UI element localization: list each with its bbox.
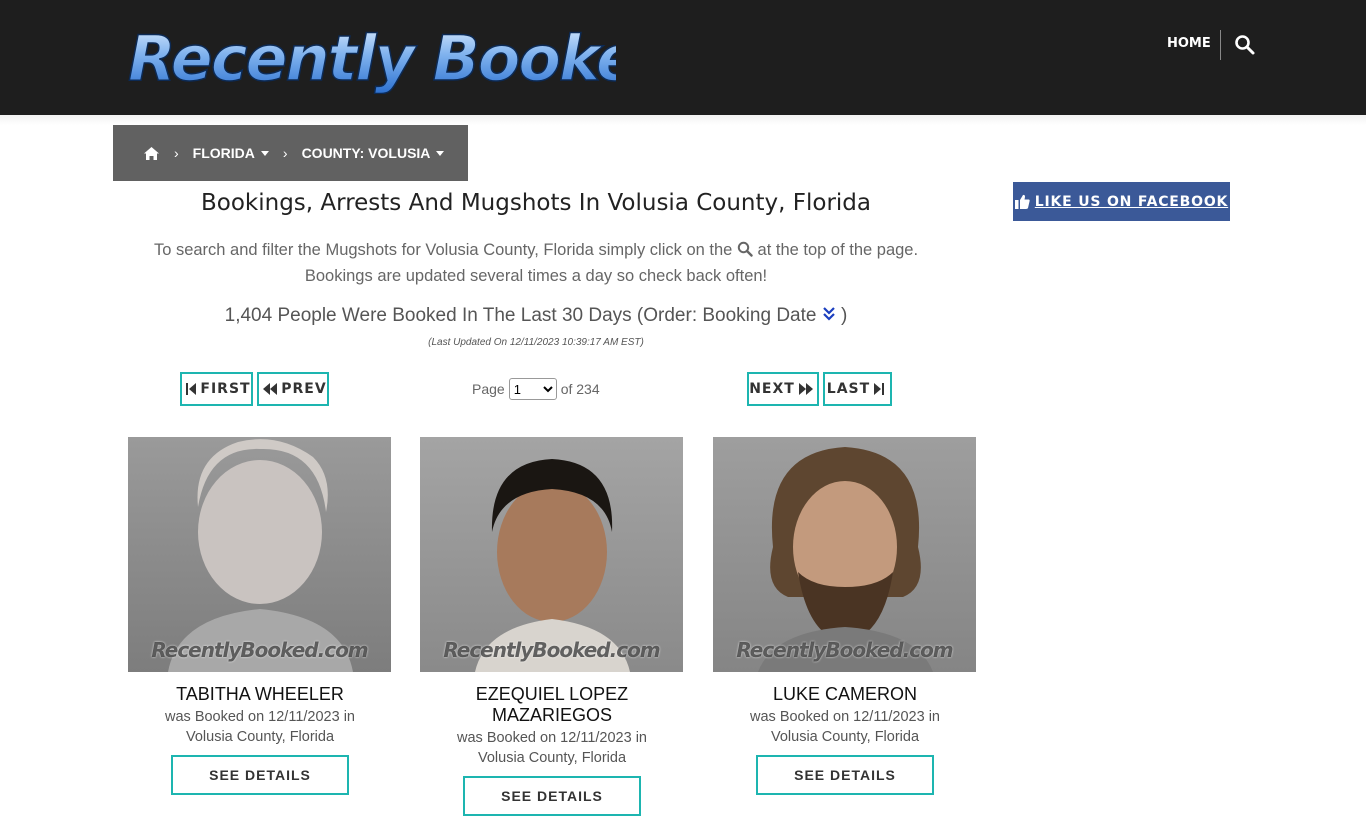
intro-line2: Bookings are updated several times a day… xyxy=(304,267,768,285)
forward-icon xyxy=(798,383,813,395)
thumbs-up-icon xyxy=(1014,194,1030,209)
breadcrumb-county-label: COUNTY: VOLUSIA xyxy=(301,145,431,161)
chevron-right-icon: › xyxy=(174,145,179,161)
breadcrumb-state-label: FLORIDA xyxy=(192,145,255,161)
page-title: Bookings, Arrests And Mugshots In Volusi… xyxy=(201,190,871,216)
mugshot-image[interactable]: RecentlyBooked.com xyxy=(713,437,976,672)
backward-icon xyxy=(263,383,278,395)
first-page-label: FIRST xyxy=(200,381,251,397)
booking-card: RecentlyBooked.com LUKE CAMERON was Book… xyxy=(713,437,977,795)
breadcrumb-state-dropdown[interactable]: FLORIDA xyxy=(193,145,269,161)
home-icon[interactable] xyxy=(143,146,160,161)
header-shadow xyxy=(0,115,1366,125)
booking-count-close: ) xyxy=(841,305,848,326)
card-desc-line1: was Booked on 12/11/2023 in xyxy=(457,730,647,746)
watermark: RecentlyBooked.com xyxy=(443,638,660,662)
facebook-like-label: LIKE US ON FACEBOOK xyxy=(1034,193,1229,210)
sort-toggle-icon[interactable] xyxy=(822,305,841,326)
card-name[interactable]: TABITHA WHEELER xyxy=(128,684,392,705)
prev-page-button[interactable]: PREV xyxy=(257,372,329,406)
last-updated: (Last Updated On 12/11/2023 10:39:17 AM … xyxy=(428,337,644,348)
card-desc-line1: was Booked on 12/11/2023 in xyxy=(165,709,355,725)
watermark: RecentlyBooked.com xyxy=(151,638,368,662)
see-details-button[interactable]: SEE DETAILS xyxy=(756,755,934,795)
chevron-right-icon: › xyxy=(282,145,288,161)
card-desc-line2: Volusia County, Florida xyxy=(185,729,335,745)
intro-before: To search and filter the Mugshots for Vo… xyxy=(153,241,733,259)
booking-card: RecentlyBooked.com TABITHA WHEELER was B… xyxy=(128,437,392,795)
first-page-button[interactable]: FIRST xyxy=(180,372,253,406)
next-page-label: NEXT xyxy=(749,381,795,397)
page-selector: Page 1 of 234 xyxy=(472,377,600,401)
prev-page-label: PREV xyxy=(281,381,327,397)
booking-count: 1,404 People Were Booked In The Last 30 … xyxy=(128,305,944,327)
page-total: of 234 xyxy=(560,381,600,397)
card-description: was Booked on 12/11/2023 in Volusia Coun… xyxy=(420,728,684,768)
caret-down-icon xyxy=(260,150,269,156)
card-desc-line2: Volusia County, Florida xyxy=(770,729,920,745)
logo-image: Recently Booked xyxy=(127,21,616,94)
person-silhouette-icon xyxy=(475,459,630,672)
breadcrumb: › FLORIDA › COUNTY: VOLUSIA xyxy=(113,125,468,181)
person-silhouette-icon xyxy=(758,447,933,672)
mugshot-image[interactable]: RecentlyBooked.com xyxy=(420,437,683,672)
intro-text: To search and filter the Mugshots for Vo… xyxy=(128,237,944,289)
card-desc-line2: Volusia County, Florida xyxy=(477,750,627,766)
search-icon[interactable] xyxy=(1234,34,1256,56)
see-details-button[interactable]: SEE DETAILS xyxy=(171,755,349,795)
see-details-button[interactable]: SEE DETAILS xyxy=(463,776,641,816)
card-name[interactable]: EZEQUIEL LOPEZ MAZARIEGOS xyxy=(420,684,684,726)
caret-down-icon xyxy=(436,150,445,156)
search-icon xyxy=(737,239,753,257)
intro-after: at the top of the page. xyxy=(757,241,919,259)
breadcrumb-county-dropdown[interactable]: COUNTY: VOLUSIA xyxy=(302,145,445,161)
nav-divider xyxy=(1220,30,1221,60)
page-select[interactable]: 1 xyxy=(508,378,557,400)
last-page-button[interactable]: LAST xyxy=(823,372,892,406)
booking-count-text: 1,404 People Were Booked In The Last 30 … xyxy=(224,305,817,326)
mugshot-image[interactable]: RecentlyBooked.com xyxy=(128,437,391,672)
card-name[interactable]: LUKE CAMERON xyxy=(713,684,977,705)
page-label: Page xyxy=(472,381,505,397)
nav-home-link[interactable]: HOME xyxy=(1167,36,1211,51)
card-description: was Booked on 12/11/2023 in Volusia Coun… xyxy=(128,707,392,747)
svg-text:Recently Booked: Recently Booked xyxy=(128,22,616,94)
watermark: RecentlyBooked.com xyxy=(736,638,953,662)
next-page-button[interactable]: NEXT xyxy=(747,372,819,406)
card-desc-line1: was Booked on 12/11/2023 in xyxy=(750,709,940,725)
person-silhouette-icon xyxy=(168,439,353,672)
facebook-like-button[interactable]: LIKE US ON FACEBOOK xyxy=(1013,182,1230,221)
site-header: Recently Booked HOME xyxy=(0,0,1366,115)
step-backward-icon xyxy=(186,383,197,395)
booking-card: RecentlyBooked.com EZEQUIEL LOPEZ MAZARI… xyxy=(420,437,684,816)
last-page-label: LAST xyxy=(826,381,871,397)
step-forward-icon xyxy=(874,383,885,395)
card-description: was Booked on 12/11/2023 in Volusia Coun… xyxy=(713,707,977,747)
